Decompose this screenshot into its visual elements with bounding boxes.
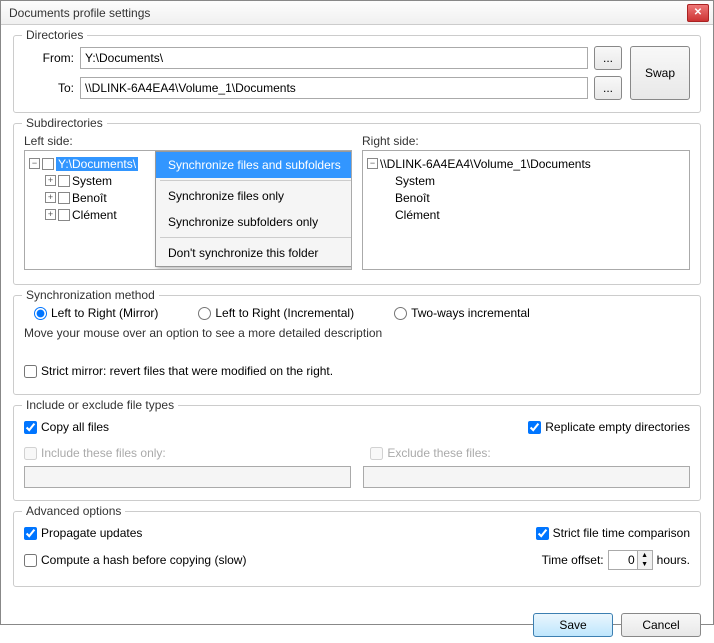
spinner-down-icon[interactable]: ▼	[638, 560, 652, 569]
to-label: To:	[24, 81, 74, 95]
include-only-checkbox	[24, 447, 37, 460]
include-files-input	[24, 466, 351, 488]
tree-checkbox[interactable]	[58, 175, 70, 187]
offset-label: Time offset:	[542, 553, 604, 567]
menu-separator	[160, 237, 352, 238]
tree-checkbox[interactable]	[58, 209, 70, 221]
tree-node[interactable]: System	[72, 174, 112, 188]
menu-separator	[160, 180, 352, 181]
filetypes-legend: Include or exclude file types	[22, 398, 178, 412]
tree-node[interactable]: Benoît	[72, 191, 107, 205]
tree-node[interactable]: Clément	[395, 208, 440, 222]
radio-mirror-input[interactable]	[34, 307, 47, 320]
exclude-checkbox	[370, 447, 383, 460]
from-browse-button[interactable]: ...	[594, 46, 622, 70]
expand-icon[interactable]: +	[45, 175, 56, 186]
left-side-label: Left side:	[24, 134, 352, 148]
menu-sync-subfolders-only[interactable]: Synchronize subfolders only	[156, 209, 352, 235]
radio-twoway-input[interactable]	[394, 307, 407, 320]
from-label: From:	[24, 51, 74, 65]
context-menu: Synchronize files and subfolders Synchro…	[155, 151, 352, 267]
radio-incremental[interactable]: Left to Right (Incremental)	[198, 306, 354, 320]
replicate-empty-label: Replicate empty directories	[545, 420, 690, 434]
window-title: Documents profile settings	[9, 6, 687, 20]
directories-legend: Directories	[22, 28, 87, 42]
strict-time-label: Strict file time comparison	[553, 526, 690, 540]
strict-mirror-checkbox[interactable]	[24, 365, 37, 378]
right-side-label: Right side:	[362, 134, 690, 148]
close-button[interactable]: ✕	[687, 4, 709, 22]
sync-method-group: Synchronization method Left to Right (Mi…	[13, 295, 701, 395]
strict-time-checkbox[interactable]	[536, 527, 549, 540]
left-root-node[interactable]: Y:\Documents\	[56, 157, 138, 171]
spinner-up-icon[interactable]: ▲	[638, 551, 652, 560]
tree-checkbox[interactable]	[58, 192, 70, 204]
copy-all-checkbox[interactable]	[24, 421, 37, 434]
left-tree[interactable]: −Y:\Documents\ +System +Benoît +Clément …	[24, 150, 352, 270]
tree-node[interactable]: Benoît	[395, 191, 430, 205]
menu-sync-files-subfolders[interactable]: Synchronize files and subfolders	[156, 152, 352, 178]
radio-twoway[interactable]: Two-ways incremental	[394, 306, 530, 320]
save-button[interactable]: Save	[533, 613, 613, 637]
filetypes-group: Include or exclude file types Copy all f…	[13, 405, 701, 501]
expand-icon[interactable]: +	[45, 192, 56, 203]
title-bar: Documents profile settings ✕	[1, 1, 713, 25]
strict-mirror-label: Strict mirror: revert files that were mo…	[41, 364, 333, 378]
offset-spinner[interactable]: ▲▼	[608, 550, 653, 570]
right-root-node[interactable]: \\DLINK-6A4EA4\Volume_1\Documents	[380, 157, 591, 171]
subdirectories-legend: Subdirectories	[22, 116, 107, 130]
collapse-icon[interactable]: −	[367, 158, 378, 169]
swap-button[interactable]: Swap	[630, 46, 690, 100]
hash-checkbox[interactable]	[24, 554, 37, 567]
right-tree[interactable]: −\\DLINK-6A4EA4\Volume_1\Documents Syste…	[362, 150, 690, 270]
advanced-group: Advanced options Propagate updates Stric…	[13, 511, 701, 587]
offset-unit: hours.	[657, 553, 690, 567]
replicate-empty-checkbox[interactable]	[528, 421, 541, 434]
menu-dont-sync[interactable]: Don't synchronize this folder	[156, 240, 352, 266]
include-only-label: Include these files only:	[41, 446, 166, 460]
hash-label: Compute a hash before copying (slow)	[41, 553, 246, 567]
advanced-legend: Advanced options	[22, 504, 125, 518]
propagate-checkbox[interactable]	[24, 527, 37, 540]
tree-checkbox[interactable]	[42, 158, 54, 170]
from-input[interactable]	[80, 47, 588, 69]
exclude-files-input	[363, 466, 690, 488]
expand-icon[interactable]: +	[45, 209, 56, 220]
to-input[interactable]	[80, 77, 588, 99]
exclude-label: Exclude these files:	[387, 446, 490, 460]
sync-method-legend: Synchronization method	[22, 288, 159, 302]
subdirectories-group: Subdirectories Left side: −Y:\Documents\…	[13, 123, 701, 285]
directories-group: Directories From: ... To: ... Swap	[13, 35, 701, 113]
offset-input[interactable]	[609, 551, 637, 569]
propagate-label: Propagate updates	[41, 526, 142, 540]
tree-node[interactable]: System	[395, 174, 435, 188]
menu-sync-files-only[interactable]: Synchronize files only	[156, 183, 352, 209]
tree-node[interactable]: Clément	[72, 208, 117, 222]
sync-hint: Move your mouse over an option to see a …	[24, 326, 690, 340]
radio-mirror[interactable]: Left to Right (Mirror)	[34, 306, 158, 320]
collapse-icon[interactable]: −	[29, 158, 40, 169]
cancel-button[interactable]: Cancel	[621, 613, 701, 637]
radio-incremental-input[interactable]	[198, 307, 211, 320]
to-browse-button[interactable]: ...	[594, 76, 622, 100]
copy-all-label: Copy all files	[41, 420, 109, 434]
